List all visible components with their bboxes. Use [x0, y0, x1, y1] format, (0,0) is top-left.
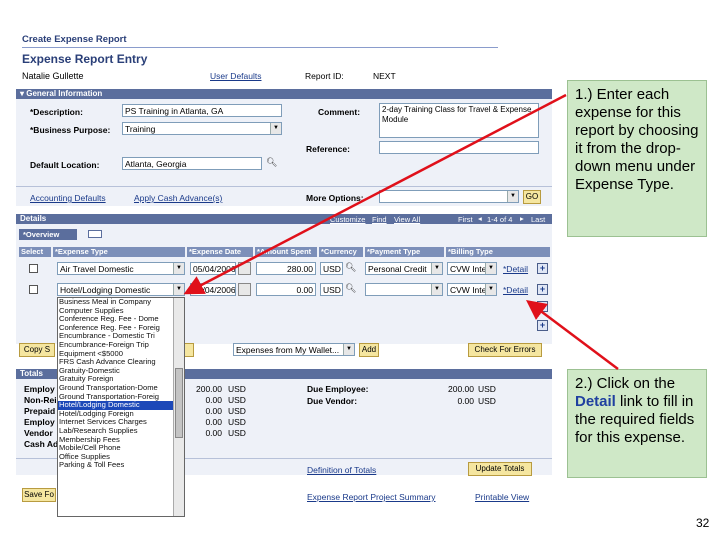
callout-arrows	[183, 93, 619, 370]
slide-number: 32	[696, 516, 710, 530]
arrow-to-detail-link	[526, 300, 619, 370]
arrow-to-expense-type	[183, 93, 567, 295]
